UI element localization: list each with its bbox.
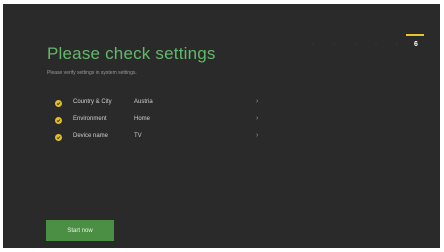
- check-circle-icon: [55, 100, 62, 107]
- step-5: ·: [396, 41, 398, 47]
- current-step-underline: [406, 34, 424, 36]
- step-1: ·: [312, 41, 314, 47]
- step-current: 6: [414, 41, 418, 48]
- setting-row-device-name[interactable]: Device name TV ›: [53, 132, 273, 144]
- settings-screen: Please check settings Please verify sett…: [3, 4, 440, 248]
- setting-row-country[interactable]: Country & City Austria ›: [53, 98, 273, 110]
- step-4: ·: [375, 41, 377, 47]
- chevron-right-icon: ›: [256, 98, 259, 105]
- setting-value: Home: [134, 116, 151, 122]
- chevron-right-icon: ›: [256, 132, 259, 139]
- setting-value: Austria: [134, 99, 153, 105]
- step-2: ·: [333, 41, 335, 47]
- page-subtitle: Please verify settings in system setting…: [47, 70, 137, 76]
- check-circle-icon: [55, 134, 62, 141]
- start-now-button[interactable]: Start now: [46, 220, 114, 241]
- setting-value: TV: [134, 133, 142, 139]
- setting-label: Device name: [73, 133, 109, 139]
- check-circle-icon: [55, 117, 62, 124]
- setting-label: Country & City: [73, 99, 112, 105]
- step-3: ·: [354, 41, 356, 47]
- chevron-right-icon: ›: [256, 115, 259, 122]
- page-title: Please check settings: [47, 44, 216, 63]
- setting-label: Environment: [73, 116, 107, 122]
- setting-row-environment[interactable]: Environment Home ›: [53, 115, 273, 127]
